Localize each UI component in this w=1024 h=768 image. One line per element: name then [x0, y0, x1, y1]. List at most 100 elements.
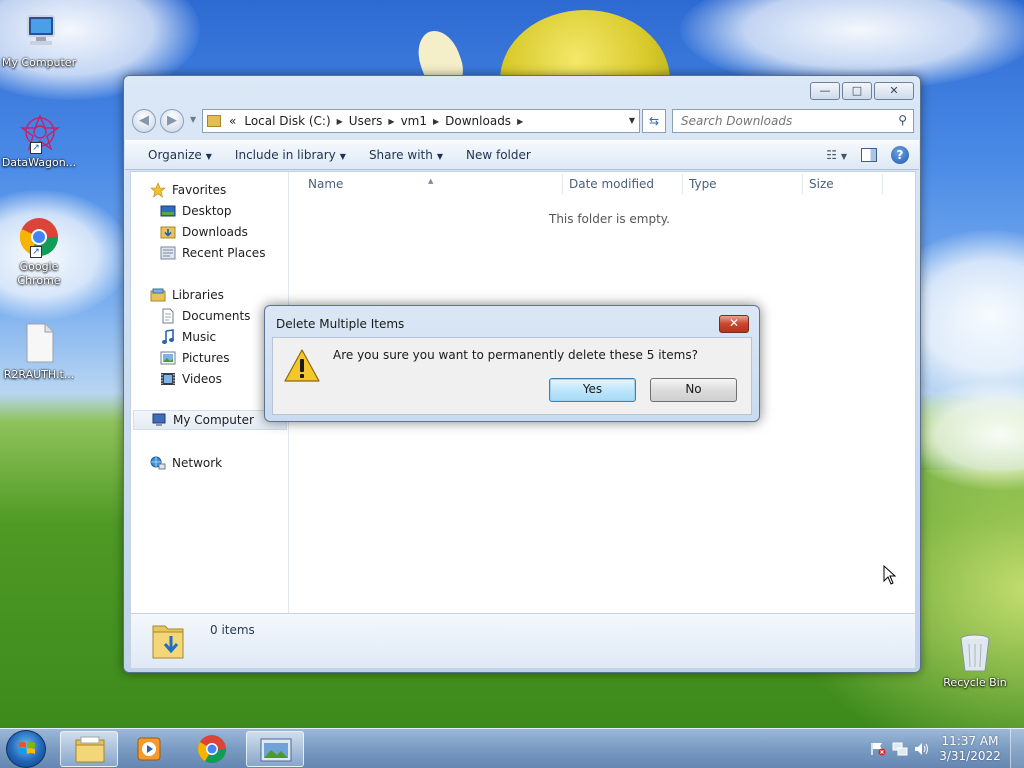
desktop-icon-datawagon[interactable]: ↗ DataWagon...: [0, 112, 78, 170]
breadcrumb-downloads[interactable]: Downloads: [441, 114, 515, 128]
recent-pages-dropdown-icon[interactable]: ▼: [190, 115, 196, 124]
nav-label: Documents: [182, 309, 251, 323]
close-icon: ✕: [889, 84, 899, 97]
system-tray: 11:37 AM 3/31/2022: [864, 729, 1024, 768]
warning-icon: [283, 348, 321, 384]
column-header-name[interactable]: Name: [308, 177, 343, 191]
delete-confirmation-dialog: Delete Multiple Items ✕ Are you sure you…: [264, 305, 760, 422]
action-center-flag-icon[interactable]: [870, 742, 886, 756]
start-button[interactable]: [6, 730, 46, 768]
breadcrumb-separator-icon[interactable]: ▶: [515, 117, 525, 126]
column-divider[interactable]: [562, 174, 563, 194]
column-divider[interactable]: [682, 174, 683, 194]
include-in-library-label: Include in library: [234, 148, 336, 162]
show-desktop-button[interactable]: [1010, 729, 1024, 768]
desktop-icon-label: R2RAUTH.t...: [3, 368, 75, 381]
clock-time: 11:37 AM: [941, 734, 999, 748]
downloads-folder-icon: [160, 224, 176, 240]
taskbar-media-player-button[interactable]: [120, 731, 178, 767]
window-controls: — □ ✕: [810, 82, 914, 100]
organize-menu[interactable]: Organize ▼: [148, 148, 212, 162]
desktop-icon-r2rauth[interactable]: R2RAUTH.t...: [0, 322, 78, 382]
nav-label: Pictures: [182, 351, 230, 365]
volume-icon[interactable]: [914, 742, 930, 756]
nav-item-desktop[interactable]: Desktop: [160, 201, 232, 221]
mouse-cursor-icon: [883, 565, 897, 585]
minimize-button[interactable]: —: [810, 82, 840, 100]
nav-item-network[interactable]: Network: [150, 453, 222, 473]
breadcrumb-separator-icon[interactable]: ▶: [386, 117, 396, 126]
nav-item-libraries[interactable]: Libraries: [150, 285, 224, 305]
search-box[interactable]: ⚲: [672, 109, 914, 133]
column-headers: ▲ Name Date modified Type Size: [290, 172, 885, 196]
new-folder-button[interactable]: New folder: [466, 148, 531, 162]
desktop-icon-google-chrome[interactable]: ↗ Google Chrome: [0, 216, 78, 288]
back-button[interactable]: ◀: [132, 109, 156, 133]
taskbar-explorer-button[interactable]: [60, 731, 118, 767]
breadcrumb-local-disk[interactable]: Local Disk (C:): [240, 114, 334, 128]
nav-item-recent-places[interactable]: Recent Places: [160, 243, 265, 263]
column-divider[interactable]: [802, 174, 803, 194]
chevron-down-icon: ▼: [205, 152, 212, 161]
search-icon[interactable]: ⚲: [898, 113, 907, 127]
clock-date: 3/31/2022: [939, 749, 1001, 763]
share-with-label: Share with: [368, 148, 433, 162]
nav-label: Libraries: [172, 288, 224, 302]
breadcrumb-separator-icon[interactable]: ▶: [335, 117, 345, 126]
nav-item-downloads[interactable]: Downloads: [160, 222, 248, 242]
breadcrumb-overflow[interactable]: «: [225, 114, 240, 128]
taskbar-window-button[interactable]: [246, 731, 304, 767]
desktop-icon-recycle-bin[interactable]: Recycle Bin: [936, 632, 1014, 690]
column-divider[interactable]: [882, 174, 883, 194]
nav-label: Recent Places: [182, 246, 266, 260]
desktop-icon-my-computer[interactable]: My Computer: [0, 12, 78, 70]
address-bar[interactable]: « Local Disk (C:) ▶ Users ▶ vm1 ▶ Downlo…: [202, 109, 640, 133]
address-history-dropdown-icon[interactable]: ▼: [629, 116, 635, 125]
folder-icon: [75, 736, 105, 763]
nav-item-videos[interactable]: Videos: [160, 369, 222, 389]
column-header-size[interactable]: Size: [809, 177, 834, 191]
item-count: 0 items: [210, 623, 255, 637]
breadcrumb-users[interactable]: Users: [345, 114, 387, 128]
taskbar-chrome-button[interactable]: [183, 731, 241, 767]
preview-pane-icon[interactable]: [861, 148, 877, 162]
maximize-button[interactable]: □: [842, 82, 872, 100]
music-icon: [160, 329, 176, 345]
media-player-icon: [137, 737, 161, 761]
column-header-type[interactable]: Type: [689, 177, 717, 191]
breadcrumb-vm1[interactable]: vm1: [397, 114, 431, 128]
breadcrumb-separator-icon[interactable]: ▶: [431, 117, 441, 126]
no-button[interactable]: No: [650, 378, 737, 402]
organize-label: Organize: [148, 148, 202, 162]
yes-button[interactable]: Yes: [549, 378, 636, 402]
view-controls: ☷ ▼ ?: [826, 146, 909, 164]
desktop-icon-label: DataWagon...: [1, 156, 77, 169]
column-header-date-modified[interactable]: Date modified: [569, 177, 654, 191]
network-status-icon[interactable]: [892, 742, 908, 756]
sort-ascending-icon: ▲: [428, 177, 434, 185]
share-with-menu[interactable]: Share with ▼: [369, 148, 443, 162]
nav-item-favorites[interactable]: Favorites: [150, 180, 226, 200]
close-button[interactable]: ✕: [874, 82, 914, 100]
nav-item-pictures[interactable]: Pictures: [160, 348, 230, 368]
chrome-icon: ↗: [18, 216, 60, 258]
search-input[interactable]: [673, 110, 883, 132]
forward-button[interactable]: ▶: [160, 109, 184, 133]
help-icon[interactable]: ?: [891, 146, 909, 164]
nav-label: Downloads: [182, 225, 248, 239]
clock[interactable]: 11:37 AM 3/31/2022: [938, 734, 1002, 764]
computer-icon: [151, 412, 167, 428]
nav-label: Music: [182, 330, 217, 344]
refresh-icon: ⇆: [648, 114, 660, 128]
dialog-close-button[interactable]: ✕: [719, 315, 749, 333]
refresh-button[interactable]: ⇆: [642, 109, 666, 133]
navigation-row: ◀ ▶ ▼ « Local Disk (C:) ▶ Users ▶ vm1 ▶ …: [132, 108, 914, 134]
change-view-button[interactable]: ☷ ▼: [826, 148, 847, 162]
nav-item-documents[interactable]: Documents: [160, 306, 250, 326]
dialog-title: Delete Multiple Items: [276, 317, 405, 331]
nav-item-music[interactable]: Music: [160, 327, 216, 347]
include-in-library-menu[interactable]: Include in library ▼: [235, 148, 346, 162]
dialog-message: Are you sure you want to permanently del…: [333, 348, 698, 362]
star-icon: [150, 182, 166, 198]
view-list-icon: ☷: [826, 148, 838, 162]
